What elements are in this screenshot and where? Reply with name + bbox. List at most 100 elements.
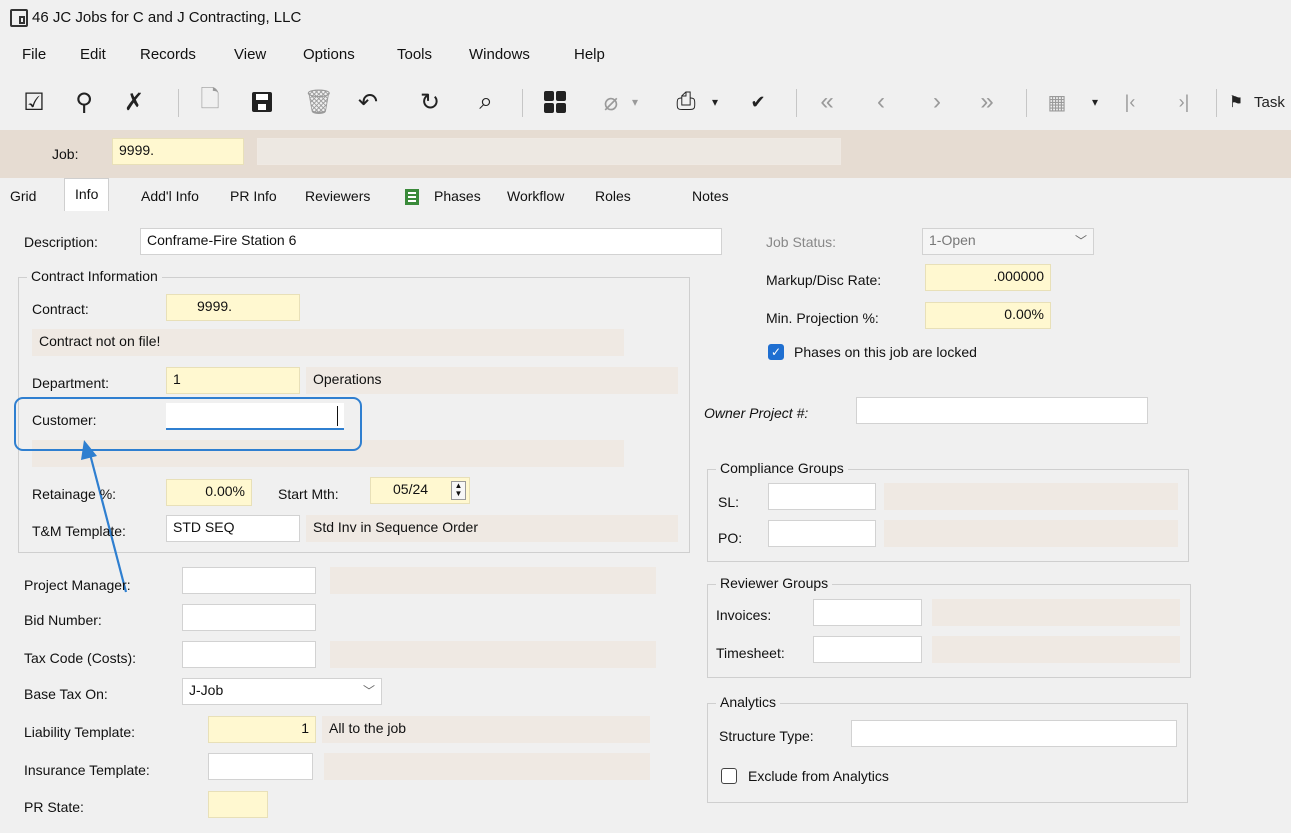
phases-locked-checkbox[interactable]: ✓	[768, 344, 784, 360]
spellcheck-icon[interactable]: ✔	[742, 86, 774, 118]
menu-windows[interactable]: Windows	[469, 46, 530, 63]
job-label: Job:	[52, 146, 79, 162]
tab-grid[interactable]: Grid	[10, 182, 36, 210]
po-input[interactable]	[768, 520, 876, 547]
previous-record-icon[interactable]: ‹	[866, 86, 896, 118]
sl-input[interactable]	[768, 483, 876, 510]
job-status-value: 1-Open	[929, 232, 976, 248]
last-page-icon[interactable]: ›|	[1168, 86, 1200, 118]
insurance-template-input[interactable]	[208, 753, 313, 780]
markup-input[interactable]: .000000	[925, 264, 1051, 291]
tab-info[interactable]: Info	[64, 178, 110, 211]
tab-addl-info[interactable]: Add'l Info	[141, 182, 199, 210]
edit-record-icon[interactable]: ☑	[18, 86, 50, 118]
retainage-label: Retainage %:	[32, 486, 117, 502]
print-dropdown-icon[interactable]: ▾	[708, 86, 722, 118]
annotation-arrow-icon	[81, 440, 128, 593]
clear-record-icon[interactable]: ✗	[118, 86, 150, 118]
delete-icon[interactable]: 🗑	[303, 86, 335, 118]
pr-state-label: PR State:	[24, 799, 84, 815]
tab-pr-info[interactable]: PR Info	[230, 182, 277, 210]
grid-settings-dropdown-icon[interactable]: ▾	[1088, 86, 1102, 118]
print-icon[interactable]: ⎙	[670, 86, 702, 118]
structure-type-input[interactable]	[851, 720, 1177, 747]
customer-highlight-box	[14, 397, 362, 451]
po-label: PO:	[718, 530, 743, 546]
analytics-group: Analytics	[707, 694, 1188, 803]
base-tax-on-value: J-Job	[189, 682, 224, 698]
start-month-input[interactable]: 05/24 ▲ ▼	[370, 477, 470, 504]
menu-file[interactable]: File	[22, 46, 46, 63]
contract-input[interactable]: 9999.	[166, 294, 300, 321]
pr-state-input[interactable]	[208, 791, 268, 818]
attachment-icon[interactable]: ⌀	[596, 86, 626, 118]
search-icon[interactable]: ⌕	[470, 86, 502, 118]
toolbar-separator	[1216, 89, 1217, 117]
menu-help[interactable]: Help	[574, 46, 605, 63]
grid-settings-icon[interactable]: ▦	[1040, 86, 1074, 118]
min-projection-label: Min. Projection %:	[766, 310, 879, 326]
liability-template-label: Liability Template:	[24, 724, 136, 740]
owner-project-label: Owner Project #:	[704, 405, 809, 421]
department-label: Department:	[32, 375, 110, 391]
tab-roles[interactable]: Roles	[595, 182, 631, 210]
start-month-spinner[interactable]: ▲ ▼	[451, 481, 466, 500]
invoices-input[interactable]	[813, 599, 922, 626]
timesheet-label: Timesheet:	[716, 645, 785, 661]
tab-workflow[interactable]: Workflow	[507, 182, 564, 210]
last-record-icon[interactable]: »	[972, 86, 1002, 118]
binoculars-icon[interactable]: ⚲	[68, 86, 100, 118]
job-status-select[interactable]: 1-Open ﹀	[922, 228, 1094, 255]
tab-phases[interactable]: Phases	[434, 182, 481, 210]
new-record-icon[interactable]: 🗋	[194, 86, 226, 118]
toolbar-separator	[178, 89, 179, 117]
markup-label: Markup/Disc Rate:	[766, 272, 882, 288]
menu-edit[interactable]: Edit	[80, 46, 106, 63]
bid-number-input[interactable]	[182, 604, 316, 631]
contract-label: Contract:	[32, 301, 89, 317]
department-input[interactable]: 1	[166, 367, 300, 394]
grid-view-icon[interactable]	[538, 86, 572, 118]
menu-records[interactable]: Records	[140, 46, 196, 63]
tax-code-input[interactable]	[182, 641, 316, 668]
menu-tools[interactable]: Tools	[397, 46, 432, 63]
job-field[interactable]: 9999.	[112, 138, 244, 165]
chevron-down-icon: ﹀	[1074, 234, 1087, 248]
description-input[interactable]: Conframe-Fire Station 6	[140, 228, 722, 255]
flag-icon[interactable]: ⚑	[1226, 86, 1246, 118]
save-icon[interactable]	[246, 86, 278, 118]
retainage-input[interactable]: 0.00%	[166, 479, 252, 506]
window-title: 46 JC Jobs for C and J Contracting, LLC	[32, 9, 302, 26]
attachment-dropdown-icon[interactable]: ▾	[628, 86, 642, 118]
start-month-label: Start Mth:	[278, 486, 339, 502]
tax-code-description-field	[330, 641, 656, 668]
timesheet-input[interactable]	[813, 636, 922, 663]
project-manager-description-field	[330, 567, 656, 594]
liability-template-input[interactable]: 1	[208, 716, 316, 743]
first-record-icon[interactable]: «	[812, 86, 842, 118]
first-page-icon[interactable]: |‹	[1114, 86, 1146, 118]
owner-project-input[interactable]	[856, 397, 1148, 424]
analytics-title: Analytics	[716, 694, 781, 710]
menu-view[interactable]: View	[234, 46, 266, 63]
tab-reviewers[interactable]: Reviewers	[305, 182, 370, 210]
project-manager-label: Project Manager:	[24, 577, 131, 593]
project-manager-input[interactable]	[182, 567, 316, 594]
min-projection-input[interactable]: 0.00%	[925, 302, 1051, 329]
phases-locked-label: Phases on this job are locked	[794, 344, 977, 360]
refresh-icon[interactable]: ↻	[414, 86, 446, 118]
tm-template-input[interactable]: STD SEQ	[166, 515, 300, 542]
tab-notes[interactable]: Notes	[692, 182, 729, 210]
department-description-field: Operations	[306, 367, 678, 394]
invoices-label: Invoices:	[716, 607, 772, 623]
next-record-icon[interactable]: ›	[922, 86, 952, 118]
tasks-button[interactable]: Task	[1254, 86, 1291, 118]
app-icon	[10, 9, 28, 27]
job-description-field	[257, 138, 841, 165]
insurance-template-label: Insurance Template:	[24, 762, 150, 778]
undo-icon[interactable]: ↶	[352, 86, 384, 118]
toolbar-separator	[1026, 89, 1027, 117]
menu-options[interactable]: Options	[303, 46, 355, 63]
exclude-analytics-checkbox[interactable]	[721, 768, 737, 784]
base-tax-on-select[interactable]: J-Job ﹀	[182, 678, 382, 705]
